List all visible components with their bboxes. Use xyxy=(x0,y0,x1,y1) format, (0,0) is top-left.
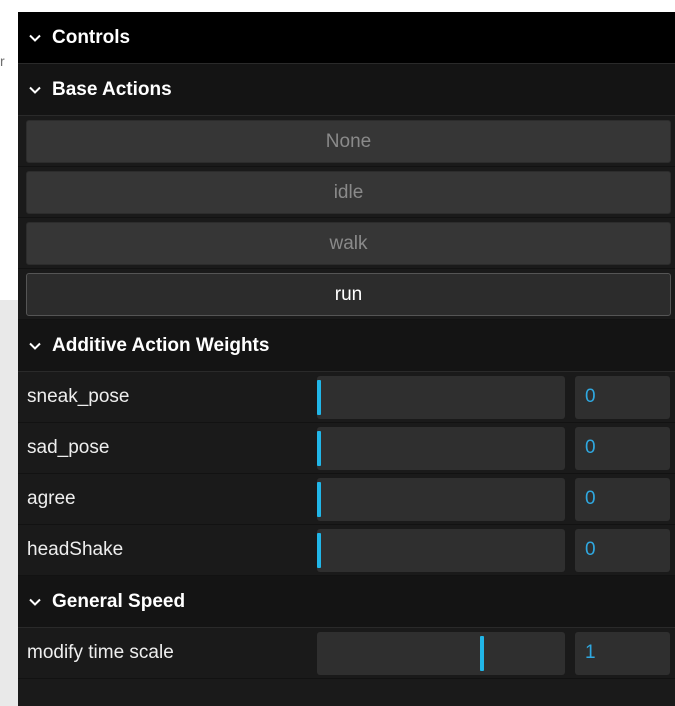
agree-value-input[interactable] xyxy=(575,477,670,521)
base-actions-folder: Base Actions None idle walk run xyxy=(18,64,675,320)
time-scale-slider[interactable] xyxy=(317,631,565,675)
general-speed-folder: General Speed modify time scale xyxy=(18,576,675,679)
controls-panel: Controls Base Actions None idle walk run… xyxy=(18,12,675,706)
additive-weights-folder-label: Additive Action Weights xyxy=(52,334,270,356)
action-none-button[interactable]: None xyxy=(26,120,671,163)
backdrop-text: r xyxy=(0,53,5,69)
action-run-button[interactable]: run xyxy=(26,273,671,316)
slider-row: sneak_pose xyxy=(18,372,675,423)
sneak-pose-value-input[interactable] xyxy=(575,375,670,419)
chevron-down-icon xyxy=(28,31,42,45)
slider-handle[interactable] xyxy=(317,430,321,466)
slider-handle[interactable] xyxy=(317,481,321,517)
button-row: None xyxy=(18,116,675,167)
sad-pose-label: sad_pose xyxy=(27,437,110,458)
slider-handle[interactable] xyxy=(317,379,321,415)
time-scale-value-input[interactable] xyxy=(575,631,670,675)
agree-label: agree xyxy=(27,488,76,509)
base-actions-folder-label: Base Actions xyxy=(52,78,172,100)
action-idle-button[interactable]: idle xyxy=(26,171,671,214)
sneak-pose-slider[interactable] xyxy=(317,375,565,419)
slider-handle[interactable] xyxy=(317,532,321,568)
page-backdrop: r xyxy=(0,0,18,706)
chevron-down-icon xyxy=(28,595,42,609)
slider-row: agree xyxy=(18,474,675,525)
additive-weights-folder-title[interactable]: Additive Action Weights xyxy=(18,320,675,372)
chevron-down-icon xyxy=(28,83,42,97)
controls-folder-label: Controls xyxy=(52,26,131,48)
agree-slider[interactable] xyxy=(317,477,565,521)
button-row: run xyxy=(18,269,675,320)
controls-folder-title[interactable]: Controls xyxy=(18,12,675,64)
sad-pose-slider[interactable] xyxy=(317,426,565,470)
slider-row: headShake xyxy=(18,525,675,576)
slider-row: modify time scale xyxy=(18,628,675,679)
headshake-value-input[interactable] xyxy=(575,528,670,572)
chevron-down-icon xyxy=(28,339,42,353)
base-actions-folder-title[interactable]: Base Actions xyxy=(18,64,675,116)
sneak-pose-label: sneak_pose xyxy=(27,386,130,407)
headshake-slider[interactable] xyxy=(317,528,565,572)
additive-weights-folder: Additive Action Weights sneak_pose sad_p… xyxy=(18,320,675,576)
sad-pose-value-input[interactable] xyxy=(575,426,670,470)
button-row: walk xyxy=(18,218,675,269)
headshake-label: headShake xyxy=(27,539,124,560)
slider-row: sad_pose xyxy=(18,423,675,474)
general-speed-folder-label: General Speed xyxy=(52,590,186,612)
slider-handle[interactable] xyxy=(480,635,484,671)
action-walk-button[interactable]: walk xyxy=(26,222,671,265)
modify-time-scale-label: modify time scale xyxy=(27,642,174,663)
button-row: idle xyxy=(18,167,675,218)
general-speed-folder-title[interactable]: General Speed xyxy=(18,576,675,628)
